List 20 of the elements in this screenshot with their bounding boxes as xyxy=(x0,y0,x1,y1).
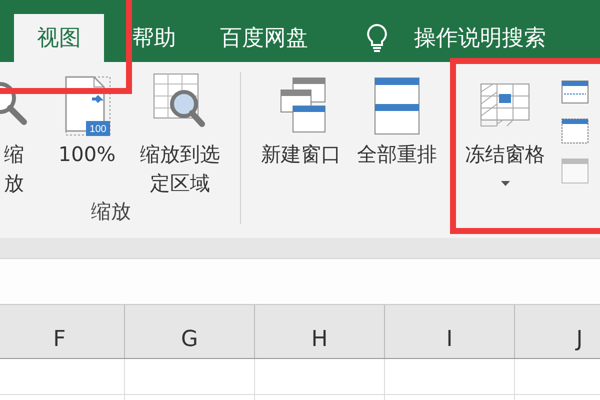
ribbon-button[interactable]: 全部重排 xyxy=(349,72,445,238)
ribbon-tab[interactable]: 帮助 xyxy=(110,14,198,62)
column-header[interactable]: F xyxy=(0,305,125,358)
column-header[interactable]: J xyxy=(515,305,600,358)
ribbon-tab[interactable]: 百度网盘 xyxy=(198,14,330,62)
search-hint[interactable]: 操作说明搜索 xyxy=(414,23,546,53)
small-button[interactable] xyxy=(561,80,589,104)
column-header[interactable]: I xyxy=(385,305,515,358)
window-icon xyxy=(373,76,421,136)
ribbon-button[interactable]: 冻结窗格 xyxy=(457,72,553,238)
group-label: 缩放 xyxy=(91,198,131,225)
ribbon-button[interactable]: 缩放 xyxy=(0,72,34,198)
column-header[interactable]: H xyxy=(255,305,385,358)
ribbon-button[interactable]: 缩放到选定区域 xyxy=(132,72,228,198)
small-button[interactable] xyxy=(561,118,589,144)
lightbulb-icon[interactable] xyxy=(366,23,388,53)
ribbon-button[interactable]: 100 100% xyxy=(42,72,132,198)
ribbon-button[interactable]: 新建窗口 xyxy=(253,72,349,238)
column-header[interactable]: G xyxy=(125,305,255,358)
ribbon-tab[interactable]: 视图 xyxy=(14,14,104,62)
